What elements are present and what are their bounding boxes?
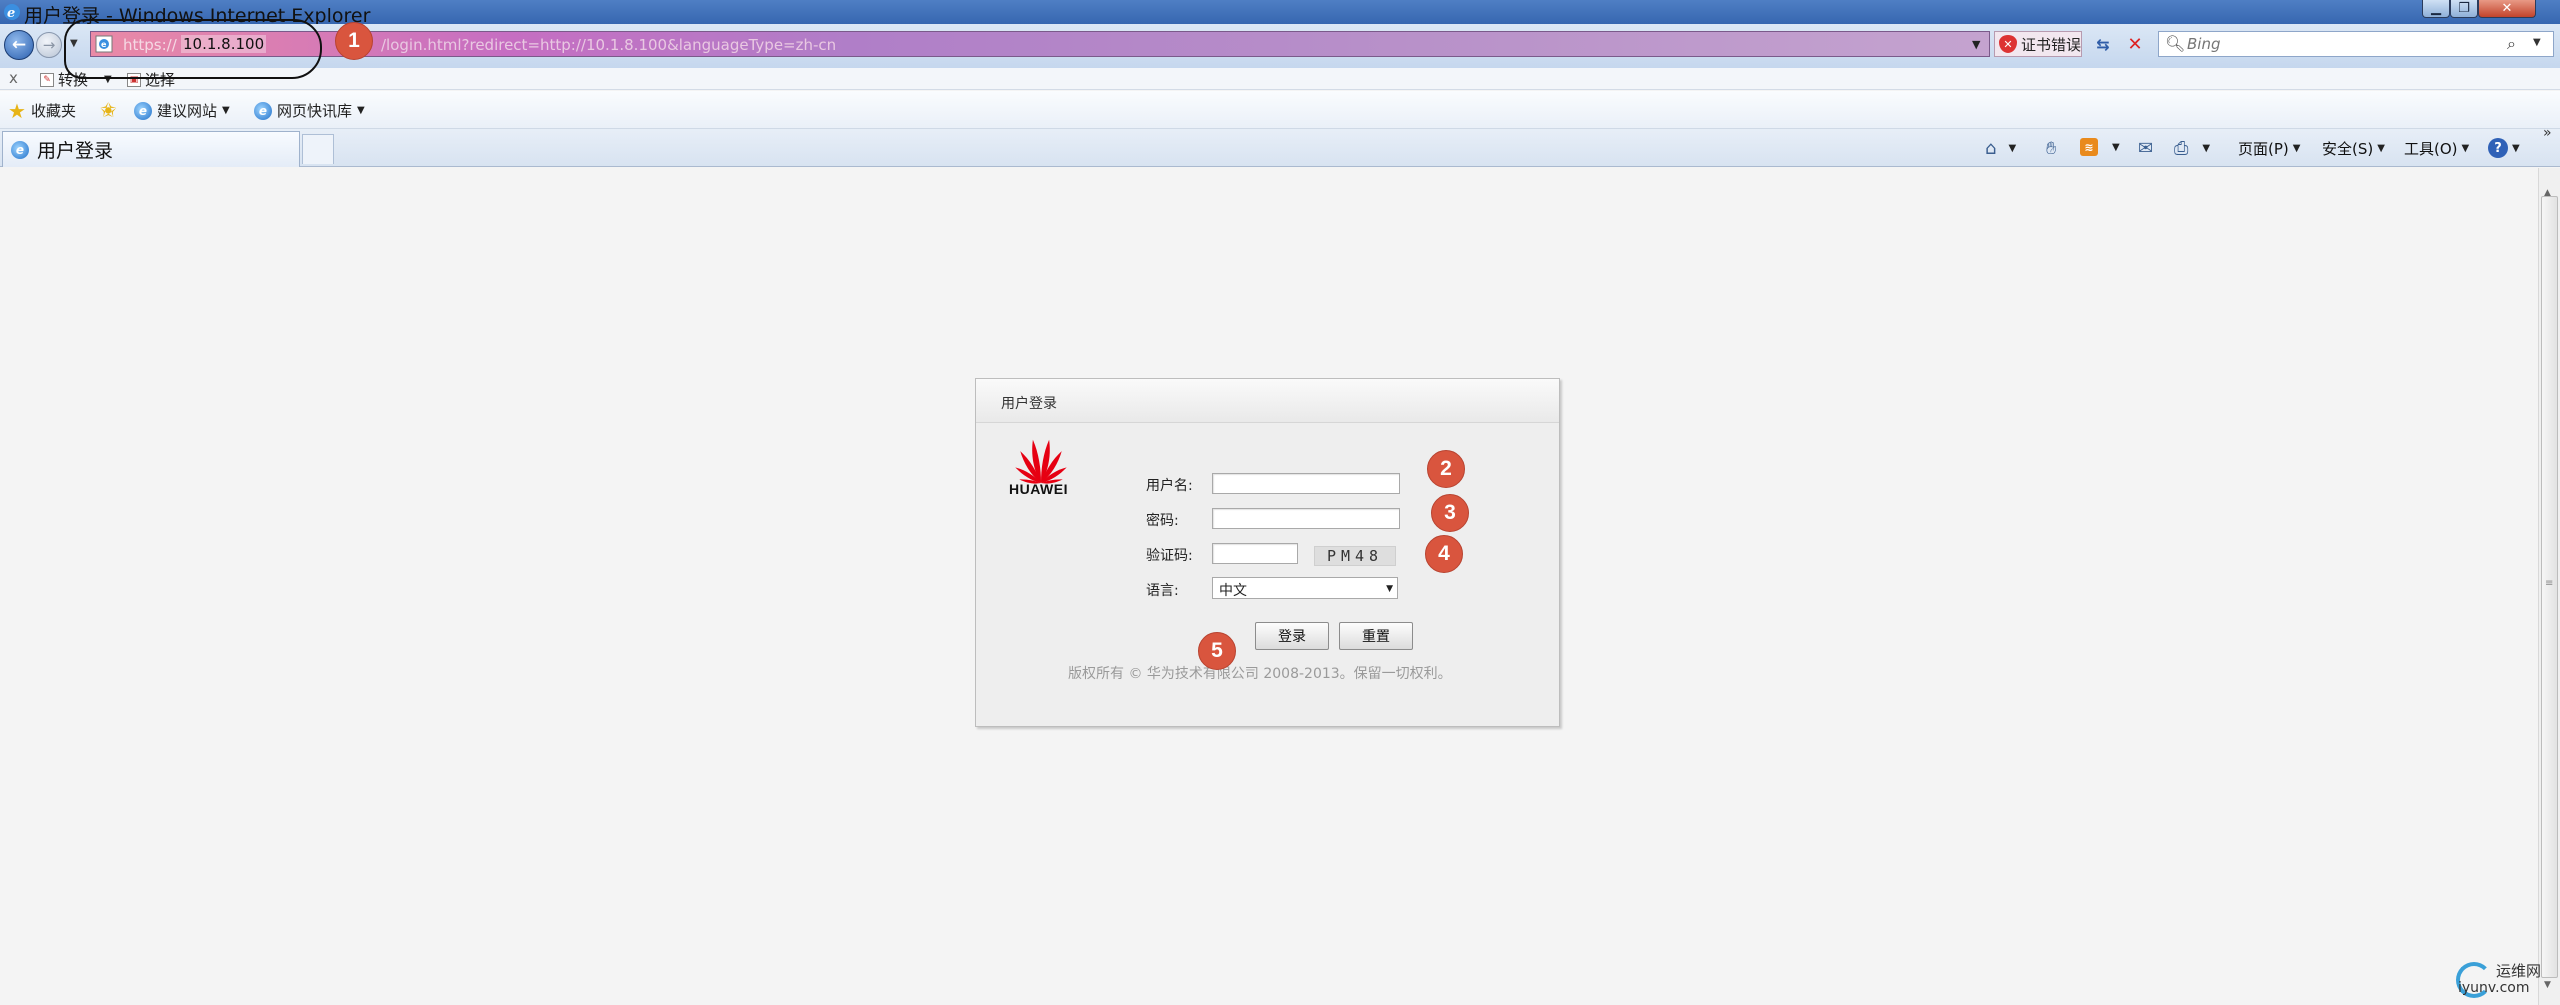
help-menu[interactable]: ? ▼ xyxy=(2488,138,2520,158)
step-marker-2: 2 xyxy=(1427,450,1465,488)
language-label: 语言: xyxy=(1146,583,1179,599)
add-favorite-star-icon: ✬ xyxy=(100,98,117,122)
add-to-favorites-bar-button[interactable]: ✬ xyxy=(100,100,117,120)
chevron-down-icon: ▼ xyxy=(2292,143,2301,154)
ie-logo-icon: e xyxy=(3,3,21,25)
search-box[interactable]: 🔍︎ ⌕ ▼ xyxy=(2158,31,2554,57)
language-select[interactable]: 中文 ▼ xyxy=(1212,577,1398,599)
password-field[interactable] xyxy=(1212,508,1400,529)
username-field[interactable] xyxy=(1212,473,1400,494)
username-label: 用户名: xyxy=(1146,478,1193,494)
mail-icon: ✉ xyxy=(2138,138,2154,159)
certificate-error-label: 证书错误 xyxy=(2021,35,2082,54)
address-bar[interactable]: e https:// 10.1.8.100 /login.html?redire… xyxy=(90,31,1990,57)
chevron-down-icon: ▼ xyxy=(2461,143,2470,154)
chevron-down-icon: ▼ xyxy=(1386,584,1393,594)
convert-icon: ✎ xyxy=(40,72,54,87)
translator-close-button[interactable]: x xyxy=(9,69,18,87)
huawei-logo-icon xyxy=(1015,439,1067,484)
favorites-bar: ★ 收藏夹 ✬ e 建议网站 ▼ e 网页快讯库 ▼ xyxy=(0,91,2560,129)
tab-bar: e 用户登录 ⌂ ▼ ✋︎ ≋ ▼ ✉ ⎙ ▼ 页面(P) ▼ 安全(S) ▼ … xyxy=(0,129,2560,167)
safety-menu-label: 安全(S) xyxy=(2322,140,2374,158)
favorites-item-label: 网页快讯库 xyxy=(277,102,353,120)
captcha-field[interactable] xyxy=(1212,543,1298,564)
scrollbar-grip-icon: ≡ xyxy=(2545,578,2554,589)
step-marker-1: 1 xyxy=(335,22,373,60)
print-button[interactable]: ⎙ ▼ xyxy=(2174,138,2210,159)
captcha-image[interactable]: PM48 xyxy=(1314,546,1396,566)
help-icon: ? xyxy=(2488,138,2508,158)
watermark-title: 运维网 xyxy=(2496,962,2542,980)
step-marker-3: 3 xyxy=(1431,494,1469,532)
copyright-notice: 版权所有 © 华为技术有限公司 2008-2013。保留一切权利。 xyxy=(1068,666,1452,682)
forward-arrow-icon[interactable]: → xyxy=(36,32,62,58)
tools-menu-label: 工具(O) xyxy=(2404,140,2458,158)
certificate-error-button[interactable]: ✕ 证书错误 xyxy=(1994,31,2082,57)
page-menu[interactable]: 页面(P) ▼ xyxy=(2238,138,2300,159)
search-go-icon[interactable]: ⌕ xyxy=(2507,34,2516,54)
search-options-chevron-down-icon[interactable]: ▼ xyxy=(2533,37,2541,48)
ie-page-icon: e xyxy=(254,101,272,120)
favorites-label: 收藏夹 xyxy=(30,102,76,120)
hand-tool-button[interactable]: ✋︎ xyxy=(2046,138,2056,159)
read-mail-button[interactable]: ✉ xyxy=(2138,138,2153,159)
toolbar-overflow-chevron-icon[interactable]: » xyxy=(2543,125,2552,141)
refresh-icon[interactable]: ⇆ xyxy=(2092,33,2114,55)
tab-user-login[interactable]: e 用户登录 xyxy=(2,131,300,167)
address-highlight-ring xyxy=(64,19,322,79)
chevron-down-icon: ▼ xyxy=(2112,141,2120,153)
reset-button[interactable]: 重置 xyxy=(1339,622,1413,650)
url-path: /login.html?redirect=http://10.1.8.100&l… xyxy=(381,36,837,54)
stop-icon[interactable]: ✕ xyxy=(2124,33,2146,55)
feeds-button[interactable]: ≋ ▼ xyxy=(2080,138,2120,156)
tab-title: 用户登录 xyxy=(37,140,114,162)
title-bar: e 用户登录 - Windows Internet Explorer ▁ ❐ ✕ xyxy=(0,0,2560,27)
printer-icon: ⎙ xyxy=(2174,138,2189,159)
close-window-button[interactable]: ✕ xyxy=(2478,0,2536,18)
minimize-button[interactable]: ▁ xyxy=(2422,0,2450,18)
search-provider-icon: 🔍︎ xyxy=(2165,34,2186,53)
chevron-down-icon: ▼ xyxy=(2202,143,2211,154)
home-icon: ⌂ xyxy=(1985,138,1997,159)
translator-toolbar: x ✎ 转换 ▼ ▣ 选择 xyxy=(0,68,2560,90)
safety-menu[interactable]: 安全(S) ▼ xyxy=(2322,138,2385,159)
password-label: 密码: xyxy=(1146,513,1179,529)
step-marker-5: 5 xyxy=(1198,632,1236,670)
watermark-domain: iyunv.com xyxy=(2458,980,2530,996)
login-panel: 用户登录 HUAWEI 用户名: 密码: 验证码: PM48 语言: 中文 ▼ … xyxy=(975,378,1560,727)
address-dropdown-chevron-down-icon[interactable]: ▼ xyxy=(1972,38,1980,51)
ie-page-icon: e xyxy=(134,101,152,120)
home-button[interactable]: ⌂ ▼ xyxy=(1985,138,2016,159)
rss-icon: ≋ xyxy=(2080,138,2098,156)
vertical-scrollbar[interactable]: ▲ ≡ ▼ xyxy=(2538,168,2560,1005)
favorites-button[interactable]: ★ 收藏夹 xyxy=(8,100,76,121)
page-menu-label: 页面(P) xyxy=(2238,140,2289,158)
chevron-down-icon: ▼ xyxy=(2512,142,2520,154)
chevron-down-icon: ▼ xyxy=(222,105,230,116)
login-panel-header: 用户登录 xyxy=(976,379,1559,423)
login-button[interactable]: 登录 xyxy=(1255,622,1329,650)
watermark: 运维网 iyunv.com xyxy=(2456,958,2556,1002)
chevron-down-icon: ▼ xyxy=(2377,143,2385,154)
captcha-label: 验证码: xyxy=(1146,548,1193,564)
chevron-down-icon: ▼ xyxy=(357,105,365,116)
new-tab-button[interactable] xyxy=(302,134,334,164)
language-selected-value: 中文 xyxy=(1219,583,1247,599)
favorites-item-suggested-sites[interactable]: e 建议网站 ▼ xyxy=(134,100,230,121)
maximize-button[interactable]: ❐ xyxy=(2450,0,2478,18)
step-marker-4: 4 xyxy=(1425,535,1463,573)
tools-menu[interactable]: 工具(O) ▼ xyxy=(2404,138,2469,159)
huawei-logo-text: HUAWEI xyxy=(1009,481,1068,497)
tab-ie-icon: e xyxy=(11,140,29,159)
shield-error-icon: ✕ xyxy=(1999,35,2017,53)
star-icon: ★ xyxy=(8,98,26,123)
favorites-item-web-slice-gallery[interactable]: e 网页快讯库 ▼ xyxy=(254,100,365,121)
favorites-item-label: 建议网站 xyxy=(157,102,218,120)
hand-icon: ✋︎ xyxy=(2046,138,2057,159)
chevron-down-icon: ▼ xyxy=(2008,143,2017,154)
search-input[interactable] xyxy=(2187,34,2487,54)
back-arrow-icon[interactable]: ← xyxy=(4,30,34,60)
svg-text:e: e xyxy=(7,6,15,21)
